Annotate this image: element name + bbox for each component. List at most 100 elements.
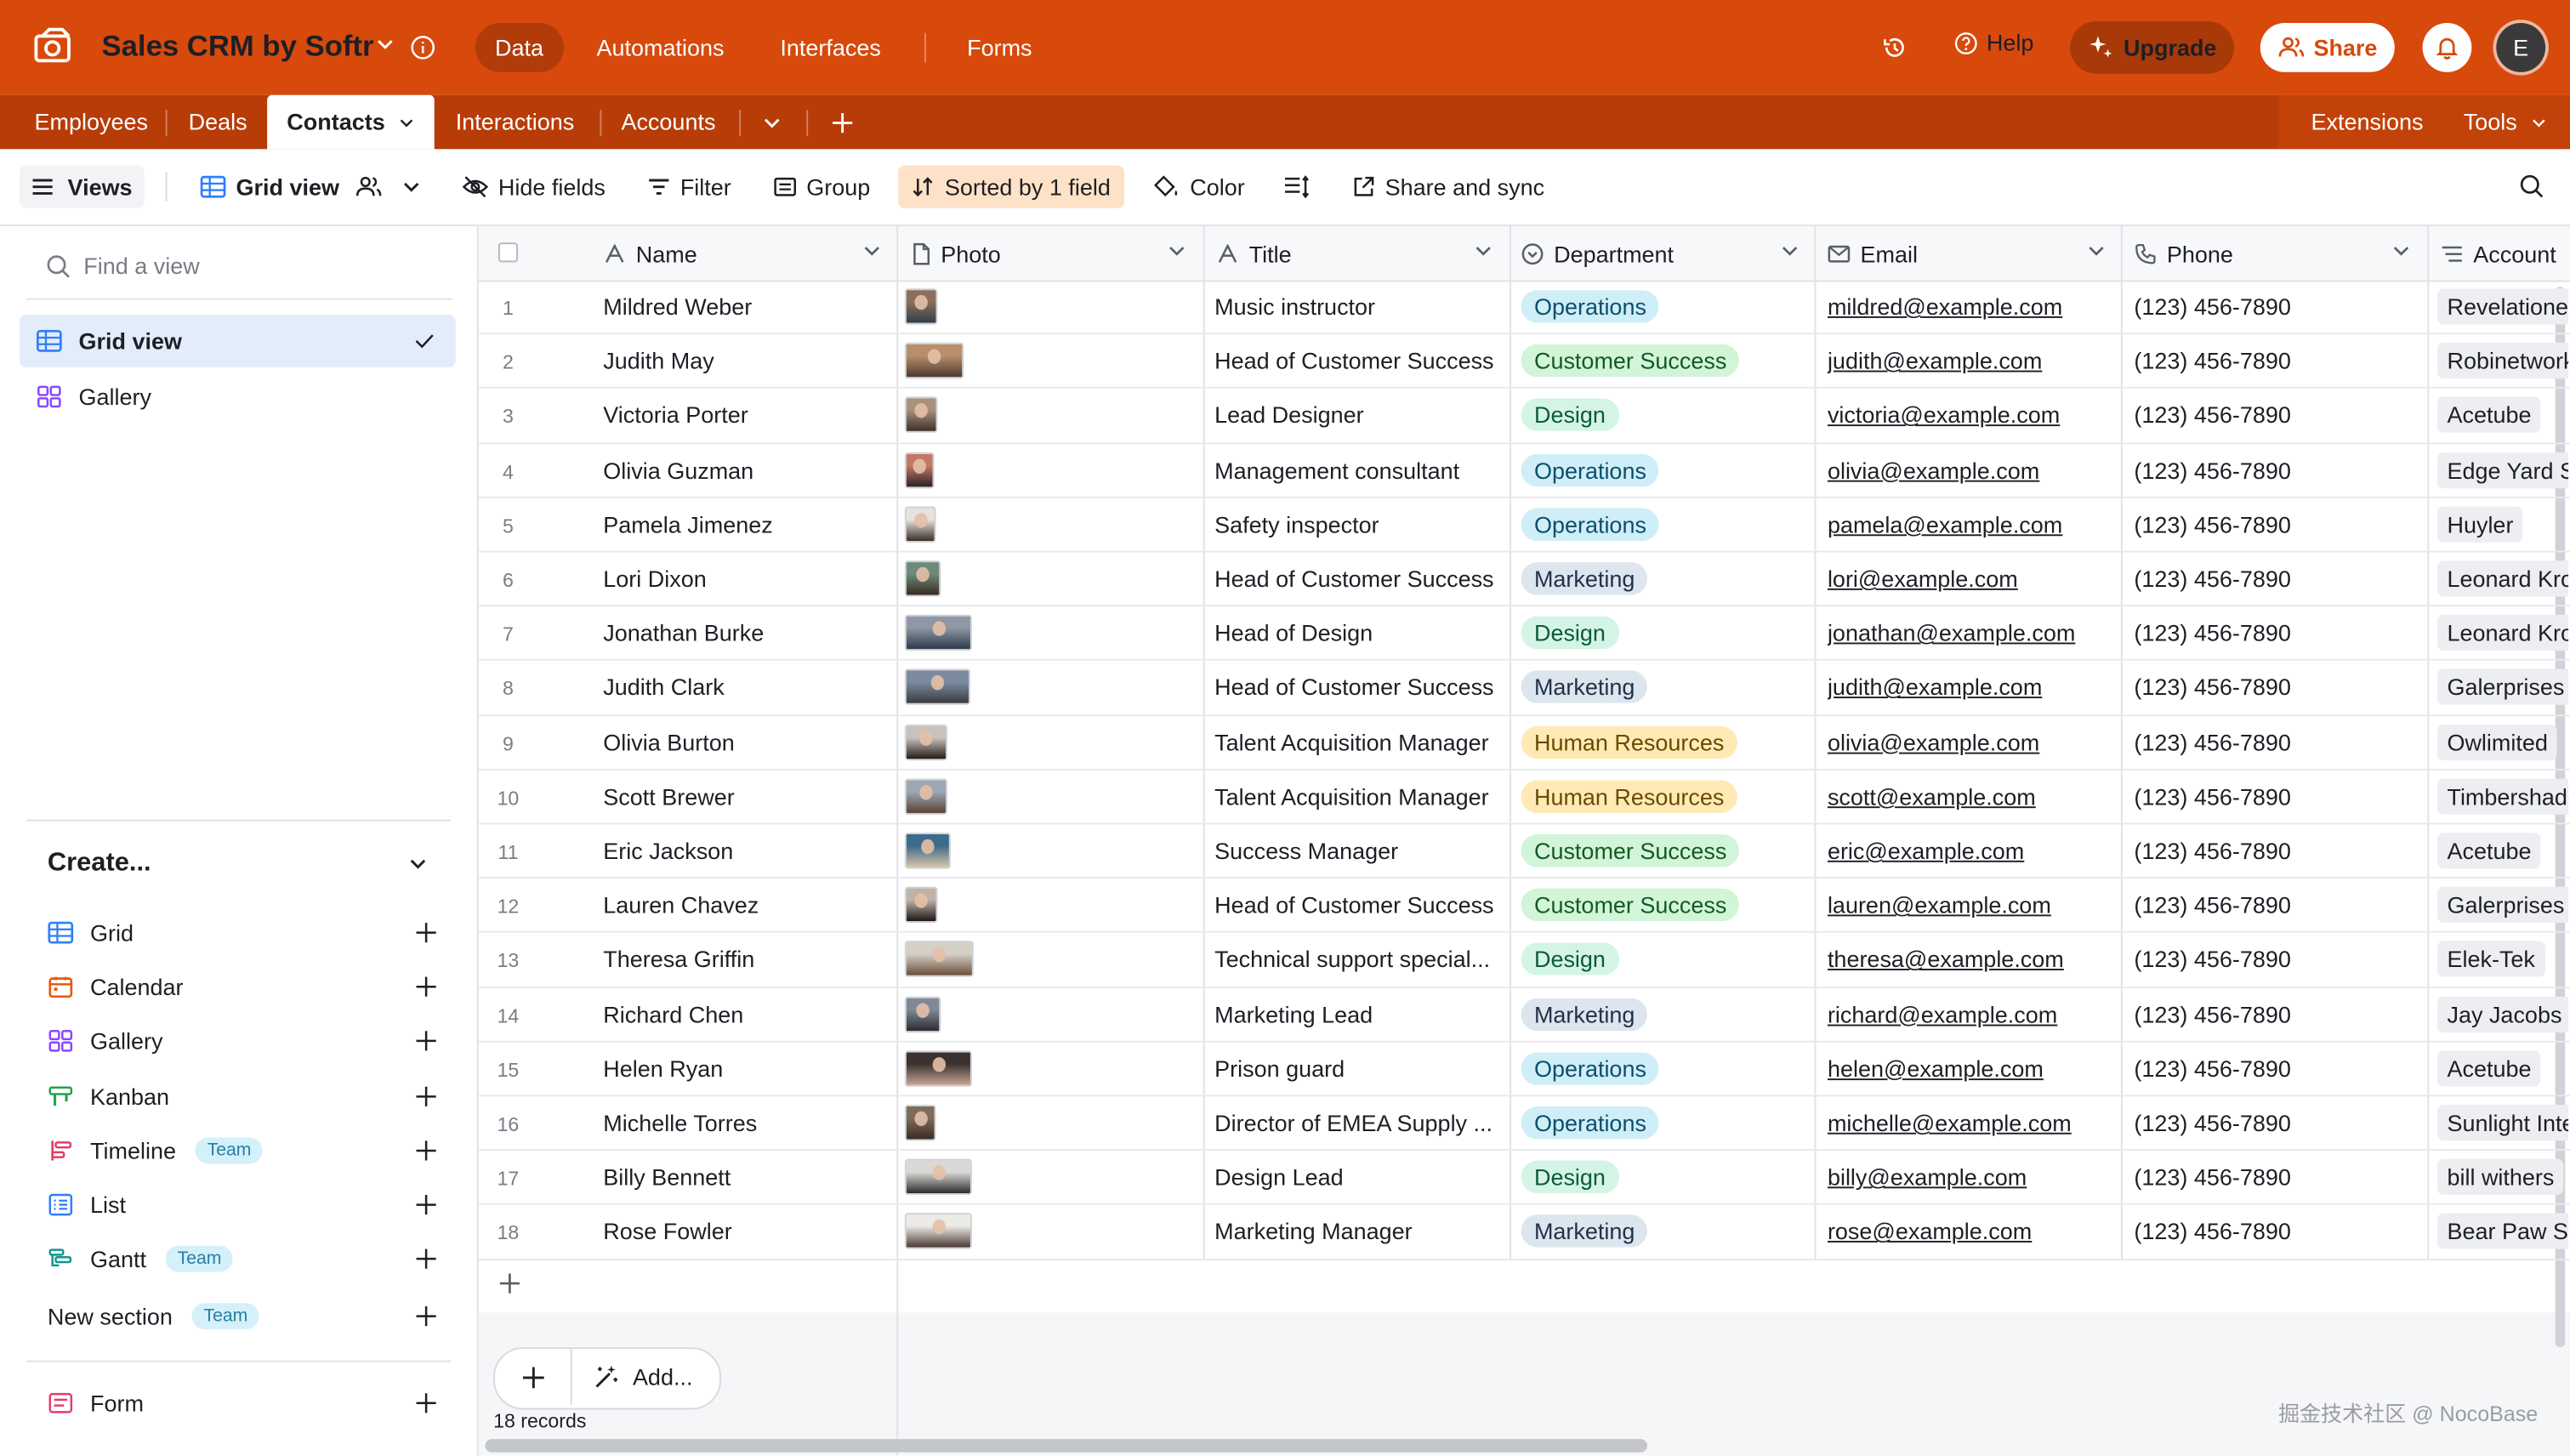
cell-department[interactable]: Customer Success [1521,344,1808,378]
cell-account[interactable]: Timbershade [2436,778,2569,815]
email-link[interactable]: olivia@example.com [1828,729,2039,755]
cell-title[interactable]: Safety inspector [1214,511,1499,537]
cell-photo-thumbnail[interactable] [904,288,938,325]
cell-photo-thumbnail[interactable] [904,724,947,760]
cell-phone[interactable]: (123) 456-7890 [2134,1219,2420,1245]
column-header-account[interactable]: Account [2441,226,2556,281]
info-icon[interactable] [410,34,436,60]
linked-account-chip[interactable]: Acetube [2436,1050,2542,1087]
plus-icon[interactable] [415,1305,438,1328]
email-link[interactable]: victoria@example.com [1828,402,2060,429]
create-calendar[interactable]: Calendar [48,967,438,1006]
cell-email[interactable]: olivia@example.com [1828,729,2114,755]
cell-account[interactable]: Acetube [2436,397,2568,434]
email-link[interactable]: theresa@example.com [1828,947,2064,973]
email-link[interactable]: mildred@example.com [1828,293,2062,320]
extensions-button[interactable]: Extensions [2311,95,2423,150]
cell-name[interactable]: Helen Ryan [603,1055,882,1082]
cell-title[interactable]: Design Lead [1214,1164,1499,1191]
cell-phone[interactable]: (123) 456-7890 [2134,838,2420,864]
cell-photo-thumbnail[interactable] [904,506,936,543]
email-link[interactable]: jonathan@example.com [1828,620,2075,646]
email-link[interactable]: judith@example.com [1828,348,2042,374]
cell-phone[interactable]: (123) 456-7890 [2134,1055,2420,1082]
email-link[interactable]: scott@example.com [1828,783,2036,810]
create-new-section[interactable]: New section Team [48,1296,438,1335]
table-tab-accounts[interactable]: Accounts [621,95,715,150]
linked-account-chip[interactable]: Edge Yard Se [2436,452,2569,488]
create-section-title[interactable]: Create... [48,849,151,879]
create-timeline[interactable]: Timeline Team [48,1131,438,1170]
sort-button[interactable]: Sorted by 1 field [898,165,1125,208]
plus-icon[interactable] [415,1139,438,1162]
email-link[interactable]: billy@example.com [1828,1164,2027,1191]
cell-name[interactable]: Judith Clark [603,674,882,701]
cell-department[interactable]: Customer Success [1521,888,1808,922]
filter-button[interactable]: Filter [647,166,731,208]
sidebar-view-grid[interactable]: Grid view [20,315,456,367]
find-view-input[interactable]: Find a view [46,253,200,279]
cell-title[interactable]: Head of Customer Success [1214,674,1499,701]
cell-department[interactable]: Customer Success [1521,833,1808,867]
color-button[interactable]: Color [1153,166,1245,208]
chevron-down-icon[interactable] [1167,241,1186,260]
chevron-down-icon[interactable] [1780,241,1800,260]
cell-department[interactable]: Operations [1521,453,1808,486]
cell-name[interactable]: Eric Jackson [603,838,882,864]
cell-email[interactable]: lori@example.com [1828,566,2114,592]
cell-photo-thumbnail[interactable] [904,778,947,815]
top-tab-data[interactable]: Data [475,22,564,72]
select-all-checkbox[interactable] [498,242,519,263]
column-header-photo[interactable]: Photo [912,226,1001,281]
linked-account-chip[interactable]: Bear Paw So [2436,1213,2569,1250]
cell-email[interactable]: jonathan@example.com [1828,620,2114,646]
cell-department[interactable]: Operations [1521,1051,1808,1085]
cell-title[interactable]: Music instructor [1214,293,1499,320]
cell-name[interactable]: Richard Chen [603,1001,882,1027]
email-link[interactable]: richard@example.com [1828,1001,2057,1027]
cell-account[interactable]: Bear Paw So [2436,1213,2569,1250]
cell-name[interactable]: Michelle Torres [603,1110,882,1136]
cell-phone[interactable]: (123) 456-7890 [2134,620,2420,646]
cell-department[interactable]: Marketing [1521,1214,1808,1248]
cell-phone[interactable]: (123) 456-7890 [2134,1001,2420,1027]
cell-department[interactable]: Operations [1521,1106,1808,1140]
cell-phone[interactable]: (123) 456-7890 [2134,348,2420,374]
cell-account[interactable]: Sunlight Inte [2436,1105,2569,1141]
base-logo-icon[interactable] [33,26,76,69]
horizontal-scrollbar[interactable] [485,1439,1647,1453]
cell-photo-thumbnail[interactable] [904,560,941,597]
cell-phone[interactable]: (123) 456-7890 [2134,566,2420,592]
email-link[interactable]: rose@example.com [1828,1219,2032,1245]
cell-department[interactable]: Design [1521,617,1808,650]
linked-account-chip[interactable]: Owlimited [2436,724,2558,760]
cell-email[interactable]: judith@example.com [1828,674,2114,701]
plus-icon[interactable] [415,1085,438,1108]
linked-account-chip[interactable]: Robinetworks [2436,343,2569,379]
cell-email[interactable]: rose@example.com [1828,1219,2114,1245]
plus-icon[interactable] [415,1029,438,1052]
cell-photo-thumbnail[interactable] [904,1050,972,1087]
cell-account[interactable]: Huyler [2436,506,2568,543]
linked-account-chip[interactable]: bill withers [2436,1158,2564,1196]
cell-title[interactable]: Director of EMEA Supply ... [1214,1110,1499,1136]
cell-phone[interactable]: (123) 456-7890 [2134,783,2420,810]
linked-account-chip[interactable]: Sunlight Inte [2436,1105,2569,1141]
cell-name[interactable]: Judith May [603,348,882,374]
chevron-down-icon[interactable] [862,241,882,260]
cell-email[interactable]: billy@example.com [1828,1164,2114,1191]
top-tab-interfaces[interactable]: Interfaces [760,23,901,72]
cell-phone[interactable]: (123) 456-7890 [2134,511,2420,537]
cell-email[interactable]: scott@example.com [1828,783,2114,810]
linked-account-chip[interactable]: Huyler [2436,506,2524,543]
column-header-name[interactable]: Name [603,226,697,281]
linked-account-chip[interactable]: Acetube [2436,833,2542,869]
cell-name[interactable]: Lauren Chavez [603,892,882,919]
cell-phone[interactable]: (123) 456-7890 [2134,729,2420,755]
cell-account[interactable]: Galerprises [2436,887,2569,924]
plus-icon[interactable] [415,1248,438,1271]
cell-name[interactable]: Billy Bennett [603,1164,882,1191]
cell-account[interactable]: Leonard Kro [2436,615,2569,651]
cell-title[interactable]: Marketing Manager [1214,1219,1499,1245]
search-icon[interactable] [2519,173,2544,198]
